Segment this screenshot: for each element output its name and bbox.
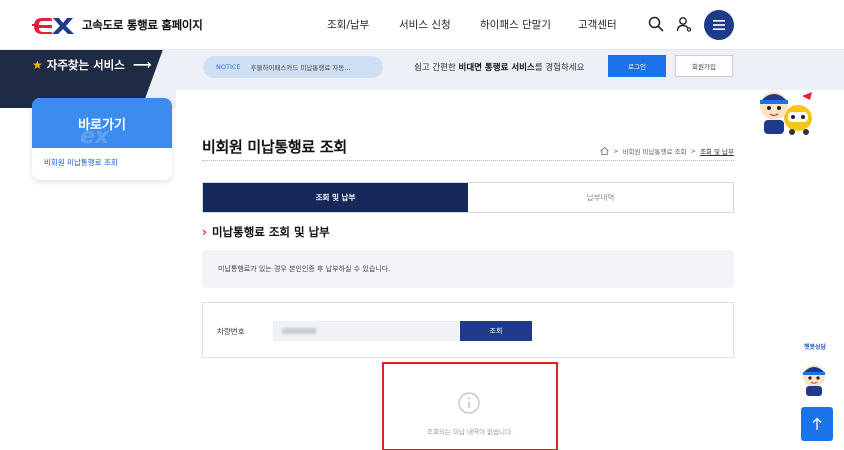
menu-button[interactable] xyxy=(704,10,734,40)
no-result-message: 조회되는 미납 내역이 없습니다. xyxy=(426,428,513,436)
join-button[interactable]: 회원가입 xyxy=(675,55,733,77)
nav-hipass-device[interactable]: 하이패스 단말기 xyxy=(480,17,551,32)
scroll-top-button[interactable] xyxy=(801,407,833,441)
vehicle-search-form: 차량번호 조회 xyxy=(202,302,734,358)
breadcrumb-current[interactable]: 조회 및 납부 xyxy=(700,146,734,156)
logo-text: 고속도로 통행료 홈페이지 xyxy=(82,18,203,32)
shortcut-header: ex 바로가기 xyxy=(32,98,172,149)
masked-vehicle-number xyxy=(282,328,316,334)
vehicle-number-label: 차량번호 xyxy=(217,327,245,336)
info-notice: 미납통행료가 있는 경우 본인인증 후 납부하실 수 있습니다. xyxy=(202,250,734,288)
breadcrumb: > 비회원 미납통행료 조회 > 조회 및 납부 xyxy=(600,146,734,156)
site-logo[interactable]: 고속도로 통행료 홈페이지 xyxy=(32,15,203,35)
mascot-image xyxy=(760,92,812,135)
search-button[interactable] xyxy=(645,13,667,35)
arrow-up-icon xyxy=(812,417,822,430)
nav-inquiry-payment[interactable]: 조회/납부 xyxy=(327,17,369,32)
site-header: 고속도로 통행료 홈페이지 조회/납부 서비스 신청 하이패스 단말기 고객센터 xyxy=(0,0,844,50)
chatbot-label[interactable]: 챗봇상담 xyxy=(804,342,826,351)
section-heading: › 미납통행료 조회 및 납부 xyxy=(202,224,330,240)
breadcrumb-separator-icon: > xyxy=(690,147,696,155)
user-icon xyxy=(676,17,692,32)
favorites-button[interactable]: ★ 자주찾는 서비스 ⟶ xyxy=(32,57,151,73)
arrow-right-icon: ⟶ xyxy=(132,57,152,73)
home-icon[interactable] xyxy=(600,147,609,155)
search-icon xyxy=(648,16,664,32)
notice-ticker[interactable]: NOTICE 후불하이패스카드 미납통행료 자동... xyxy=(203,56,383,78)
login-button[interactable]: 로그인 xyxy=(608,55,666,77)
result-panel: 조회되는 미납 내역이 없습니다. xyxy=(382,362,558,450)
title-divider xyxy=(202,160,734,161)
promo-text: 쉽고 간편한 비대면 통행료 서비스를 경험하세요 xyxy=(414,63,585,73)
nav-service-apply[interactable]: 서비스 신청 xyxy=(399,17,451,32)
breadcrumb-item[interactable]: 비회원 미납통행료 조회 xyxy=(623,146,687,156)
shortcut-title: 바로가기 xyxy=(78,117,126,133)
chevron-right-icon: › xyxy=(202,225,207,239)
breadcrumb-separator-icon: > xyxy=(613,147,619,155)
page-title: 비회원 미납통행료 조회 xyxy=(202,138,347,156)
menu-icon xyxy=(713,20,725,30)
notice-tag: NOTICE xyxy=(216,63,241,71)
shortcut-item-unpaid-toll[interactable]: 비회원 미납통행료 조회 xyxy=(32,148,172,168)
section-title: 미납통행료 조회 및 납부 xyxy=(211,225,330,239)
tab-bar: 조회 및 납부 납부내역 xyxy=(202,182,734,213)
vehicle-number-input[interactable] xyxy=(273,321,459,341)
ex-logo-icon xyxy=(32,18,74,34)
chatbot-mascot-icon[interactable] xyxy=(798,362,830,396)
nav-customer-center[interactable]: 고객센터 xyxy=(578,17,617,32)
search-submit-button[interactable]: 조회 xyxy=(460,321,532,341)
favorites-label: 자주찾는 서비스 xyxy=(46,58,125,72)
notice-text: 후불하이패스카드 미납통행료 자동... xyxy=(250,64,351,72)
user-button[interactable] xyxy=(673,13,695,35)
star-icon: ★ xyxy=(32,58,43,72)
info-icon xyxy=(458,392,480,414)
tab-inquiry-payment[interactable]: 조회 및 납부 xyxy=(203,183,468,212)
shortcut-panel: ex 바로가기 비회원 미납통행료 조회 xyxy=(32,98,172,180)
tab-payment-history[interactable]: 납부내역 xyxy=(468,183,733,212)
